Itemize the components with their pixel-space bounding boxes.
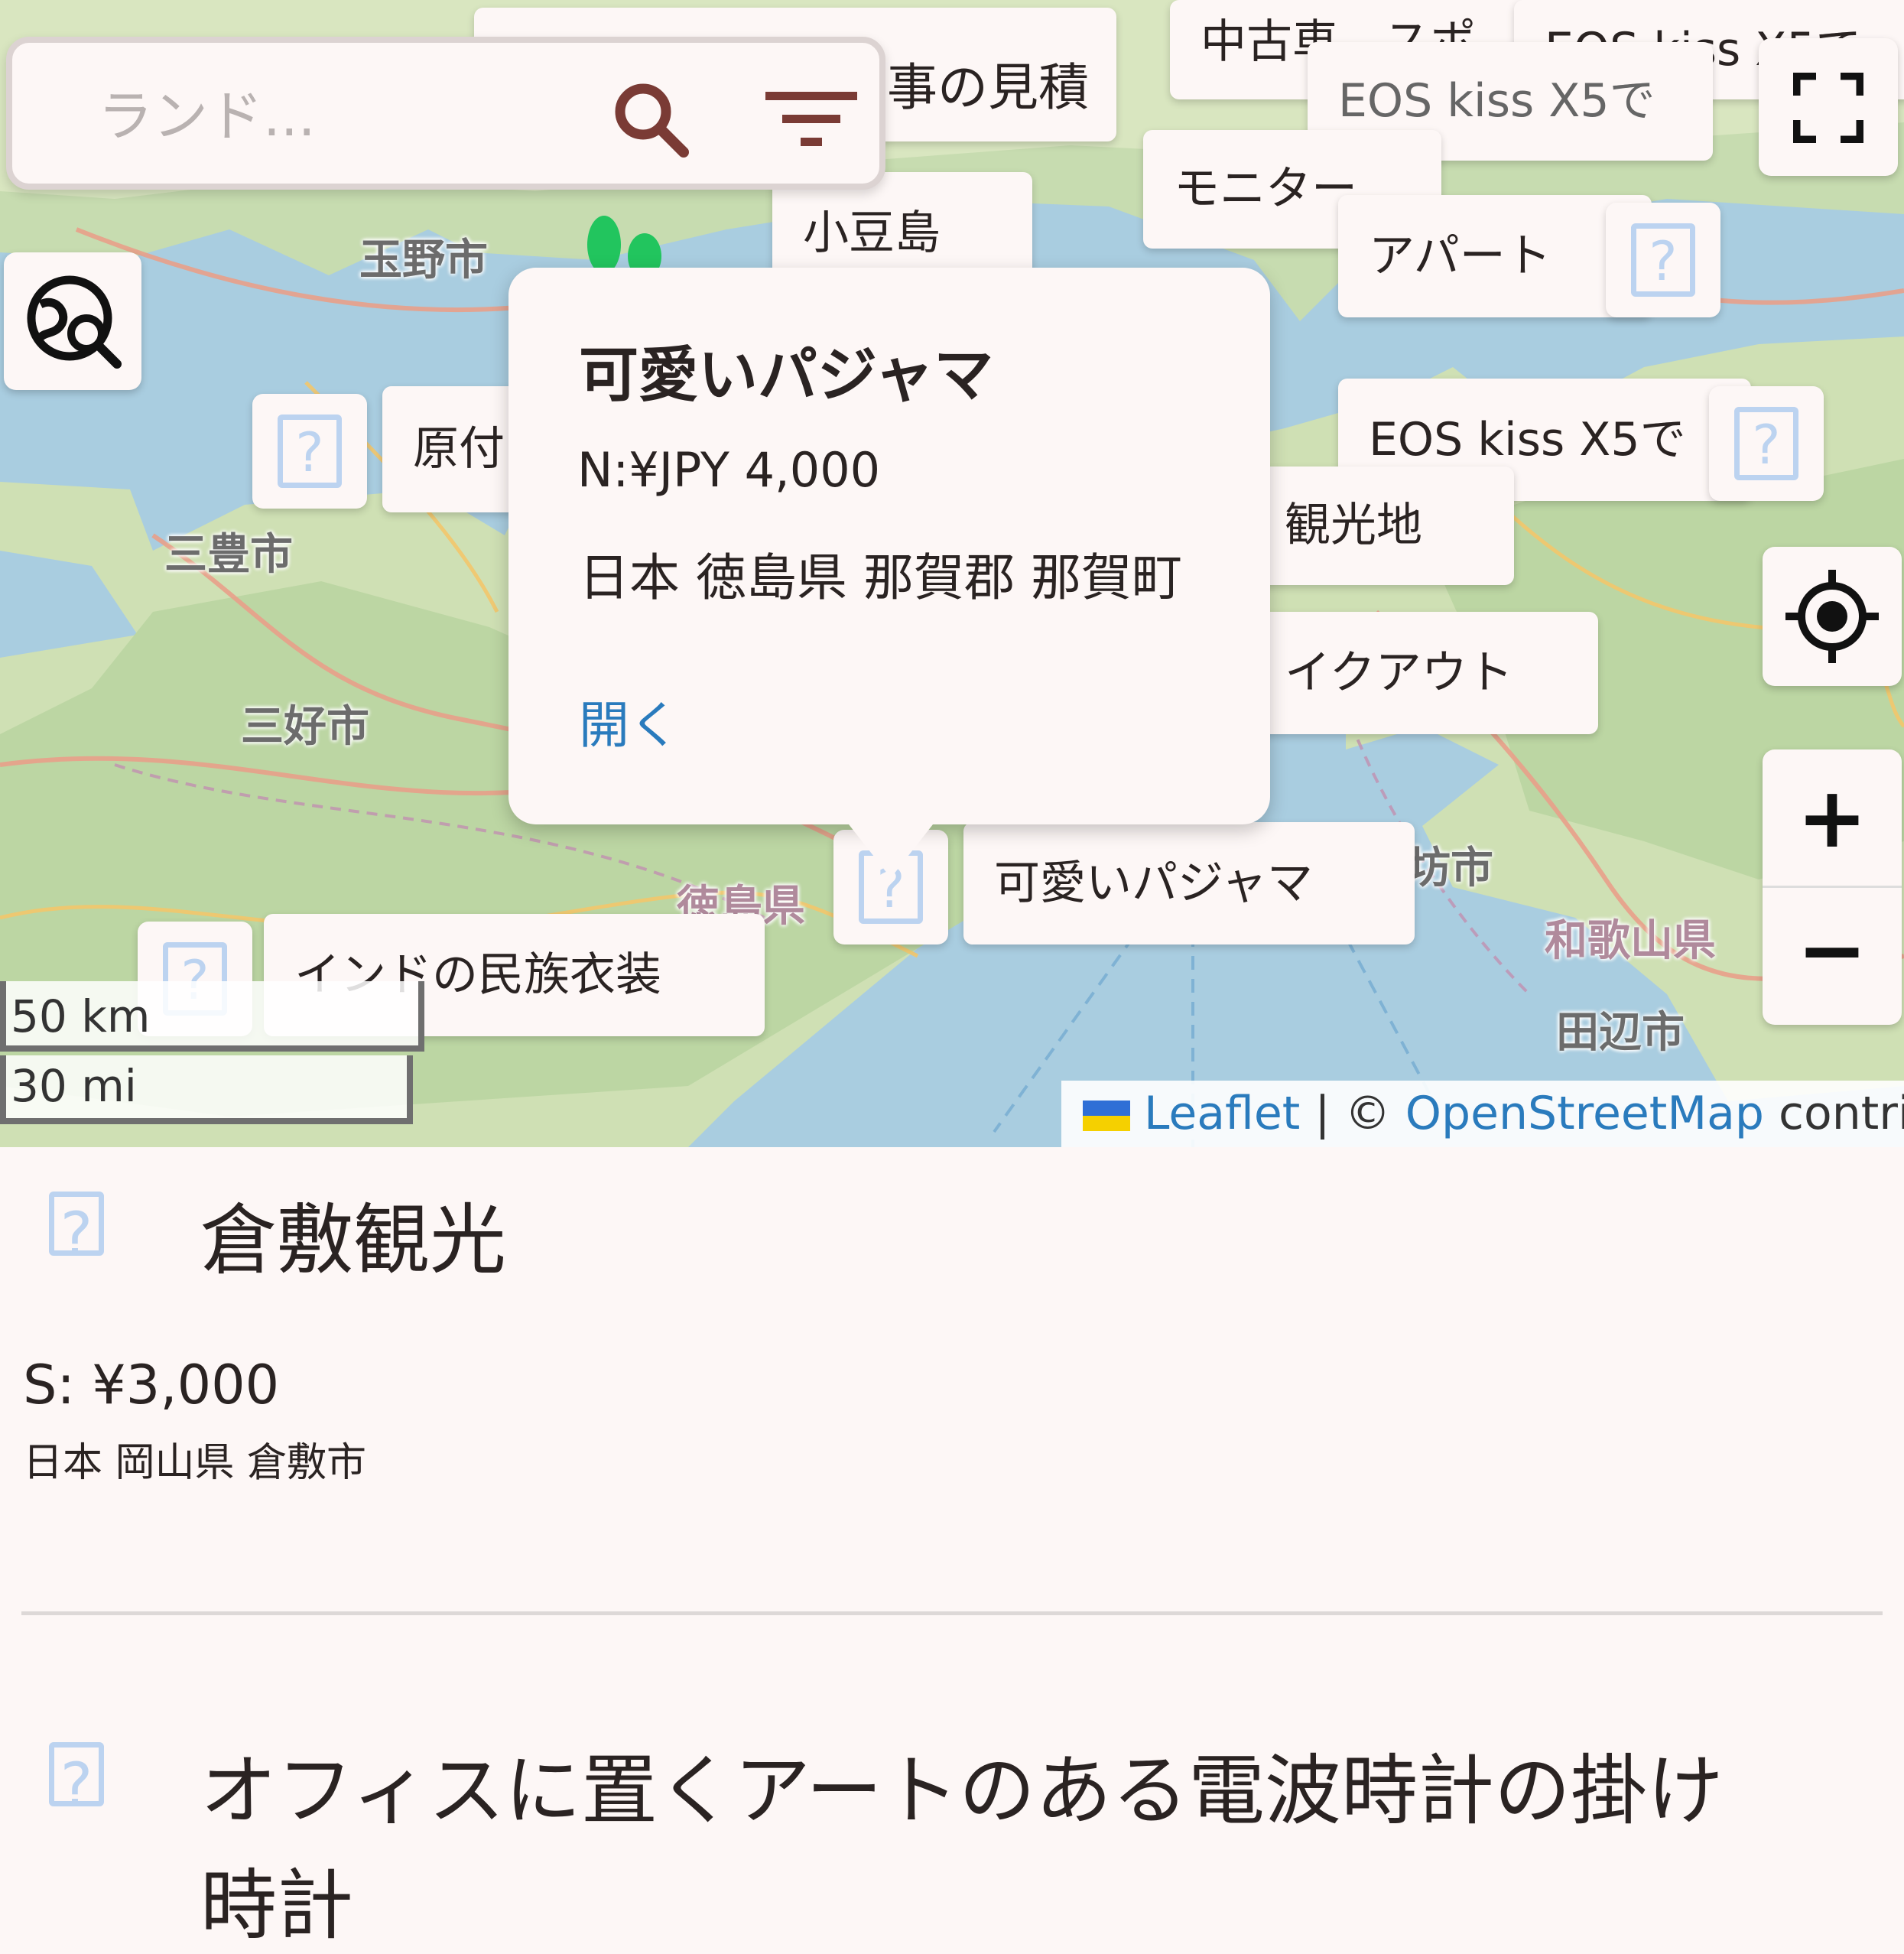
attribution-contributors: contributors: [1779, 1087, 1904, 1140]
listing-item[interactable]: ? オフィスに置くアートのある電波時計の掛け 時計: [0, 1683, 1904, 1950]
marker-label-text: アパート: [1369, 229, 1551, 283]
marker-label[interactable]: イクアウト: [1223, 612, 1598, 734]
listing-title: 倉敷観光: [200, 1195, 506, 1285]
marker-icon[interactable]: ?: [1709, 386, 1824, 501]
map-search-button[interactable]: [4, 252, 141, 390]
scale-metric: 50 km: [0, 981, 424, 1052]
attribution-copyright: ©: [1344, 1087, 1391, 1140]
leaflet-link[interactable]: Leaflet: [1144, 1087, 1300, 1140]
ukraine-flag-icon: [1083, 1101, 1130, 1132]
marker-label-text: イクアウト: [1285, 646, 1513, 700]
osm-link[interactable]: OpenStreetMap: [1405, 1087, 1764, 1140]
marker-label-text: EOS kiss X5で: [1369, 413, 1686, 467]
search-box: [6, 37, 885, 190]
image-placeholder-icon: ?: [1734, 407, 1798, 480]
listing-item[interactable]: ? 倉敷観光 S: ¥3,000 日本 岡山県 倉敷市: [0, 1147, 1904, 1621]
zoom-in-button[interactable]: +: [1763, 749, 1902, 888]
listing-title: オフィスに置くアートのある電波時計の掛け: [200, 1746, 1724, 1835]
locate-icon: [1785, 570, 1879, 663]
place-label: 三豊市: [164, 530, 293, 580]
listing-address: 日本 岡山県 倉敷市: [23, 1440, 367, 1486]
popup-open-link[interactable]: 開く: [579, 684, 680, 758]
map-attribution: Leaflet | © OpenStreetMap contributors: [1061, 1081, 1904, 1147]
image-placeholder-icon: ?: [48, 1192, 105, 1270]
zoom-control: + −: [1763, 749, 1902, 1025]
marker-label-text: モニター: [1174, 162, 1357, 216]
marker-label[interactable]: 可愛いパジャマ: [963, 822, 1415, 944]
marker-icon[interactable]: ?: [252, 394, 367, 509]
image-placeholder-icon: ?: [1631, 223, 1695, 297]
marker-icon[interactable]: ?: [1606, 203, 1720, 317]
scale-imperial: 30 mi: [0, 1055, 413, 1124]
locate-button[interactable]: [1763, 547, 1902, 686]
place-label: 田辺市: [1556, 1008, 1685, 1058]
listing-thumbnail: ?: [27, 1174, 126, 1273]
search-input[interactable]: [96, 77, 573, 155]
list-divider: [21, 1611, 1883, 1615]
place-label: 玉野市: [359, 236, 488, 285]
attribution-separator: |: [1314, 1087, 1331, 1140]
zoom-out-button[interactable]: −: [1763, 887, 1902, 1025]
filter-icon[interactable]: [765, 90, 857, 151]
marker-label-text: 事の見積: [887, 58, 1089, 117]
popup-address: 日本 徳島県 那賀郡 那賀町: [579, 548, 1182, 607]
marker-label-text: 小豆島: [803, 206, 941, 260]
marker-label-text: 原付: [413, 422, 505, 476]
marker-label-text: 観光地: [1285, 499, 1422, 552]
marker-popup: 可愛いパジャマ N:¥JPY 4,000 日本 徳島県 那賀郡 那賀町 開く: [508, 268, 1270, 878]
map-search-icon: [27, 275, 122, 369]
place-label: 三好市: [241, 702, 369, 752]
popup-price: N:¥JPY 4,000: [577, 442, 881, 498]
fullscreen-button[interactable]: [1759, 38, 1898, 176]
image-placeholder-icon: ?: [48, 1742, 105, 1821]
marker-label-text: 可愛いパジャマ: [994, 857, 1313, 910]
fullscreen-icon: [1793, 73, 1863, 143]
map[interactable]: 玉野市 三豊市 三好市 徳島県 御坊市 和歌山県 田辺市 事の見積 中古車、スポ…: [0, 0, 1904, 1147]
place-label: 和歌山県: [1545, 916, 1716, 966]
listing-title-line2: 時計: [200, 1861, 353, 1950]
popup-title: 可愛いパジャマ: [579, 341, 994, 410]
marker-label[interactable]: アパート: [1338, 195, 1652, 317]
listing-thumbnail: ?: [27, 1725, 126, 1824]
image-placeholder-icon: ?: [278, 415, 342, 488]
marker-label-text: EOS kiss X5で: [1338, 74, 1655, 128]
listing-price: S: ¥3,000: [23, 1354, 280, 1416]
search-icon[interactable]: [609, 77, 693, 161]
